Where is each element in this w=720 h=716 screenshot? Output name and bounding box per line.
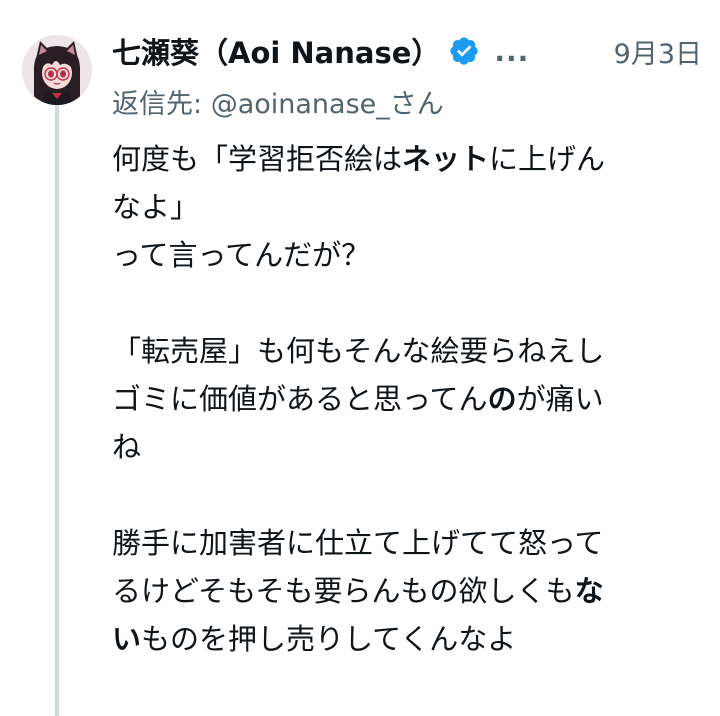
body-text: ゴミに価値があると思ってん xyxy=(112,382,488,416)
body-text-bold: の xyxy=(487,382,517,416)
tweet-header: 七瀬葵（Aoi Nanase） ... 9月3日 xyxy=(112,28,702,74)
body-line: るけどそもそも要らんもの欲しくもな xyxy=(112,567,697,615)
body-line: ね xyxy=(112,430,142,464)
body-line: なよ」 xyxy=(112,190,200,224)
author-name[interactable]: 七瀬葵（Aoi Nanase） xyxy=(112,30,440,72)
reply-prefix: 返信先: xyxy=(112,89,211,120)
tweet-date[interactable]: 9月3日 xyxy=(614,32,702,71)
body-line: って言ってんだが？ xyxy=(112,238,371,272)
body-text: に上げん xyxy=(489,142,606,176)
body-text-bold: な xyxy=(574,574,604,608)
body-text: 何度も「学習拒否絵は xyxy=(112,142,403,176)
body-line: 何度も「学習拒否絵はネットに上げん xyxy=(112,135,697,183)
body-text-bold: ネット xyxy=(402,142,490,176)
body-line: ゴミに価値があると思ってんのが痛い xyxy=(112,375,697,423)
avatar-illustration xyxy=(22,35,92,105)
more-indicator: ... xyxy=(494,34,530,68)
body-line: 「転売屋」も何もそんな絵要らねえし xyxy=(112,334,605,368)
body-text: が痛い xyxy=(516,382,604,416)
body-line: 勝手に加害者に仕立て上げてて怒って xyxy=(112,526,604,560)
reply-context: 返信先: @aoinanase_さん xyxy=(112,82,444,121)
body-text-bold: い xyxy=(112,622,142,656)
body-text: ものを押し売りしてくんなよ xyxy=(141,622,517,656)
avatar[interactable] xyxy=(22,35,92,105)
reply-handle-link[interactable]: @aoinanase_さん xyxy=(211,89,444,120)
body-line: いものを押し売りしてくんなよ xyxy=(112,615,697,663)
thread-connector-line xyxy=(55,104,59,716)
tweet-body: 何度も「学習拒否絵はネットに上げん なよ」 って言ってんだが？ 「転売屋」も何も… xyxy=(112,135,697,663)
verified-badge-icon xyxy=(448,35,480,67)
body-text: るけどそもそも要らんもの欲しくも xyxy=(112,574,575,608)
